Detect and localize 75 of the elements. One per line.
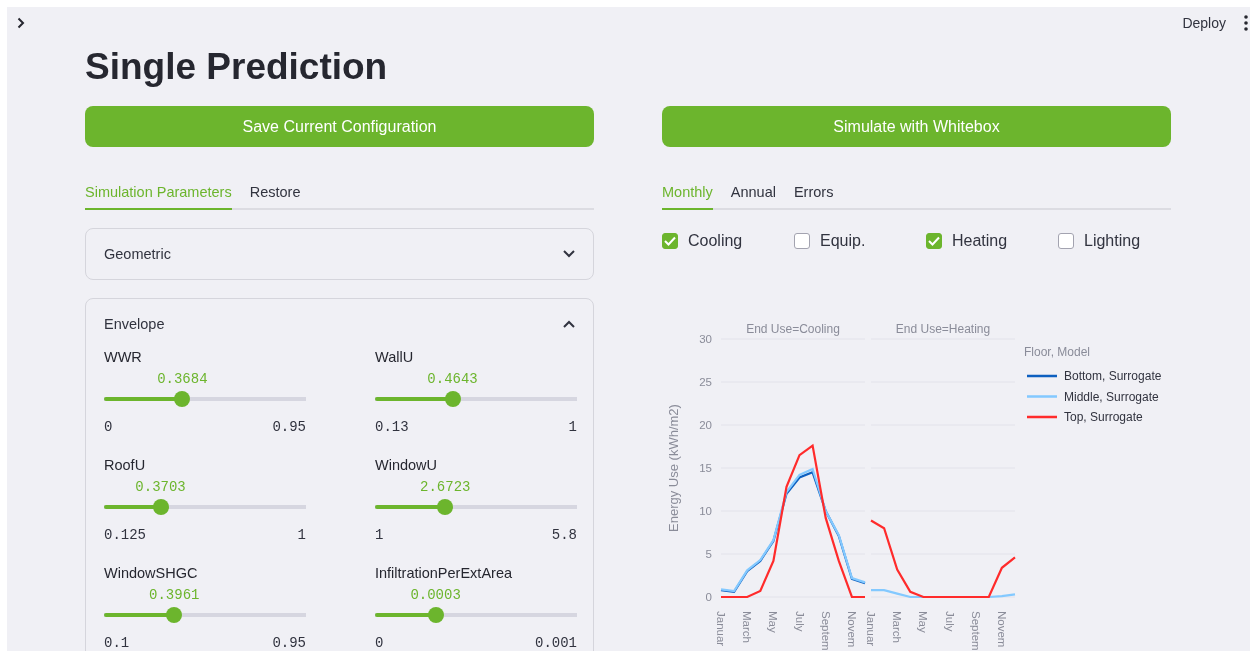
slider-thumb[interactable] bbox=[427, 607, 444, 623]
x-tick-label: July bbox=[793, 611, 806, 632]
y-tick-label: 30 bbox=[699, 333, 712, 345]
tab[interactable]: Errors bbox=[793, 175, 834, 210]
x-tick-label: Novem bbox=[845, 611, 858, 648]
slider-max: 5.8 bbox=[551, 527, 577, 543]
slider-thumb[interactable] bbox=[437, 499, 454, 515]
x-tick-label: March bbox=[891, 611, 904, 643]
x-tick-label: Septem bbox=[969, 611, 982, 651]
slider-min: 1 bbox=[375, 527, 384, 543]
slider-thumb[interactable] bbox=[444, 391, 461, 407]
slider-value: 0.4643 bbox=[427, 371, 478, 387]
x-tick-label: July bbox=[943, 611, 956, 632]
checkbox-label: Cooling bbox=[688, 232, 743, 250]
more-menu-icon[interactable] bbox=[1244, 15, 1248, 31]
deploy-button[interactable]: Deploy bbox=[1182, 15, 1226, 31]
y-tick-label: 20 bbox=[699, 419, 712, 431]
y-axis-label: Energy Use (kWh/m2) bbox=[666, 404, 681, 532]
checkbox-label: Lighting bbox=[1084, 232, 1141, 250]
x-tick-label: May bbox=[767, 611, 780, 633]
y-tick-label: 5 bbox=[705, 548, 712, 560]
slider-thumb[interactable] bbox=[152, 499, 169, 515]
legend-label: Middle, Surrogate bbox=[1064, 389, 1159, 404]
x-tick-label: Januar bbox=[715, 611, 727, 647]
slider-min: 0 bbox=[104, 419, 113, 435]
slider-value: 0.3961 bbox=[149, 587, 200, 603]
checkbox[interactable] bbox=[926, 233, 942, 249]
chevron-down-icon[interactable] bbox=[563, 250, 575, 258]
slider-value: 0.3703 bbox=[135, 479, 186, 495]
checkbox-label: Equip. bbox=[820, 232, 866, 250]
slider-min: 0 bbox=[375, 635, 384, 651]
expander-title[interactable]: Envelope bbox=[104, 316, 165, 332]
x-tick-label: March bbox=[741, 611, 754, 643]
slider-label: InfiltrationPerExtArea bbox=[375, 565, 513, 583]
chevron-right-icon[interactable] bbox=[17, 17, 25, 29]
slider-label: WallU bbox=[375, 349, 415, 367]
y-tick-label: 0 bbox=[705, 591, 712, 603]
slider-min: 0.125 bbox=[104, 527, 146, 543]
chevron-up-icon[interactable] bbox=[563, 320, 575, 328]
slider-label: WindowU bbox=[375, 457, 439, 475]
x-tick-label: Januar bbox=[865, 611, 877, 647]
x-tick-label: May bbox=[917, 611, 930, 633]
slider-thumb[interactable] bbox=[174, 391, 191, 407]
y-tick-label: 15 bbox=[699, 462, 712, 474]
slider-max: 0.95 bbox=[272, 635, 306, 651]
x-tick-label: Septem bbox=[819, 611, 832, 651]
page-title: Single Prediction bbox=[85, 45, 389, 89]
x-tick-label: Novem bbox=[995, 611, 1008, 648]
checkbox[interactable] bbox=[794, 233, 810, 249]
legend-label: Top, Surrogate bbox=[1064, 410, 1143, 424]
facet-title: End Use=Heating bbox=[895, 322, 991, 336]
checkbox[interactable] bbox=[1058, 233, 1074, 249]
slider-label: RoofU bbox=[104, 457, 147, 475]
slider-thumb[interactable] bbox=[166, 607, 183, 623]
slider-value: 0.3684 bbox=[157, 371, 208, 387]
slider-max: 0.95 bbox=[272, 419, 306, 435]
slider-min: 0.1 bbox=[104, 635, 130, 651]
slider-max: 0.001 bbox=[535, 635, 577, 651]
legend-title: Floor, Model bbox=[1024, 345, 1091, 359]
slider-value: 0.0003 bbox=[410, 587, 461, 603]
y-tick-label: 10 bbox=[699, 505, 712, 517]
checkbox-label: Heating bbox=[952, 232, 1008, 250]
slider-value: 2.6723 bbox=[420, 479, 471, 495]
facet-title: End Use=Cooling bbox=[746, 322, 840, 336]
slider-max: 1 bbox=[297, 527, 306, 543]
slider-max: 1 bbox=[568, 419, 577, 435]
checkbox[interactable] bbox=[662, 233, 678, 249]
slider-min: 0.13 bbox=[375, 419, 409, 435]
y-tick-label: 25 bbox=[699, 376, 712, 388]
expander-title[interactable]: Geometric bbox=[104, 246, 171, 262]
tab[interactable]: Restore bbox=[249, 175, 301, 210]
slider-label: WWR bbox=[104, 349, 143, 367]
legend-label: Bottom, Surrogate bbox=[1064, 369, 1162, 383]
slider-label: WindowSHGC bbox=[104, 565, 199, 583]
tab[interactable]: Annual bbox=[730, 175, 776, 210]
